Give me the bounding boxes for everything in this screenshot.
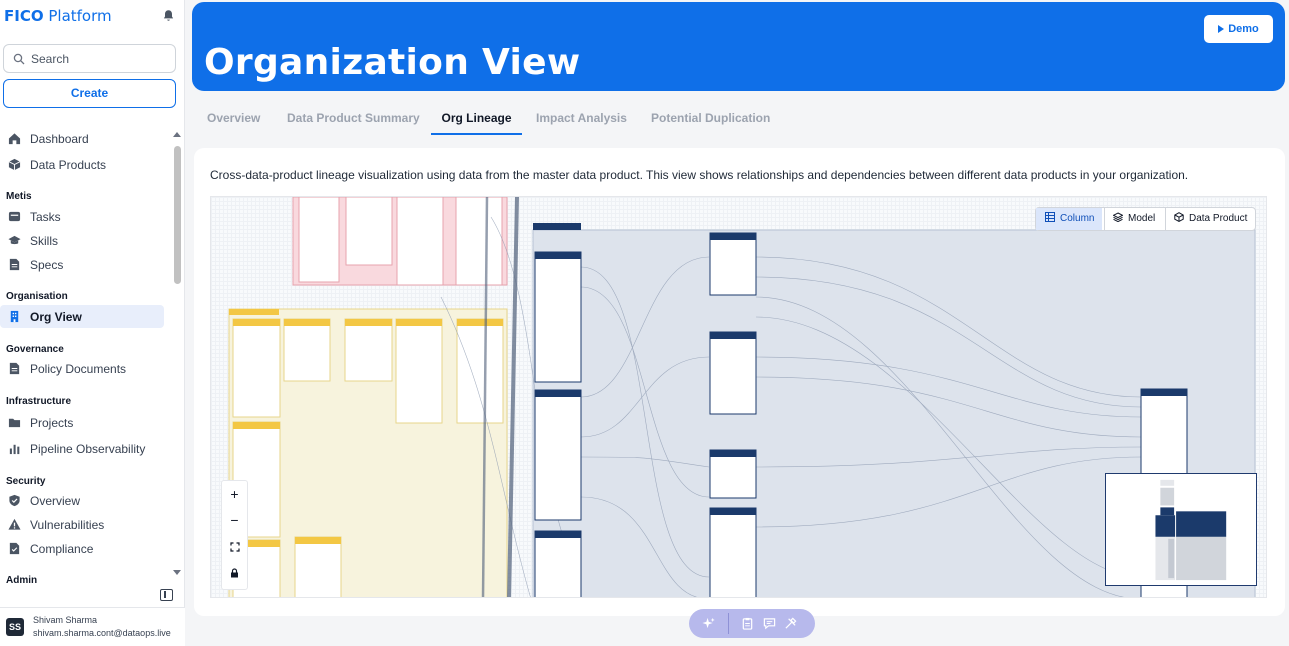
tab-org-lineage[interactable]: Org Lineage (431, 104, 522, 135)
sidebar-item-pipeline-observability[interactable]: Pipeline Observability (0, 437, 164, 460)
building-icon (10, 310, 19, 323)
tab-impact-analysis[interactable]: Impact Analysis (536, 104, 627, 135)
search-placeholder: Search (31, 52, 70, 66)
sidebar-item-label: Policy Documents (30, 362, 127, 376)
group-blue-header (533, 223, 581, 230)
collapse-sidebar-icon[interactable] (160, 589, 173, 601)
sidebar-item-label: Overview (30, 494, 81, 508)
play-icon (1218, 25, 1225, 33)
sidebar-item-vulnerabilities[interactable]: Vulnerabilities (0, 513, 164, 536)
sidebar-item-tasks[interactable]: Tasks (0, 205, 164, 228)
sidebar-item-label: Specs (30, 258, 64, 272)
section-infrastructure: Infrastructure (6, 396, 72, 407)
sidebar: FICO Platform Search Create Dashboard Da… (0, 0, 185, 646)
zoom-out-button[interactable]: − (222, 507, 247, 533)
sidebar-item-data-products[interactable]: Data Products (0, 153, 164, 176)
section-security: Security (6, 476, 46, 487)
data-product-view-button[interactable]: Data Product (1165, 208, 1255, 230)
section-governance: Governance (6, 344, 64, 355)
sidebar-item-compliance[interactable]: Compliance (0, 537, 164, 560)
sidebar-scrollbar[interactable] (172, 130, 183, 580)
sidebar-item-policy-documents[interactable]: Policy Documents (0, 357, 164, 380)
org-lineage-panel: Cross-data-product lineage visualization… (194, 148, 1285, 616)
graduation-cap-icon (8, 235, 21, 245)
chat-icon[interactable] (763, 617, 776, 630)
fit-view-icon (229, 542, 240, 552)
tab-data-product-summary[interactable]: Data Product Summary (287, 104, 420, 135)
sidebar-item-label: Dashboard (30, 132, 89, 146)
section-metis: Metis (6, 191, 32, 202)
sidebar-nav: Dashboard Data Products Metis Tasks Skil… (0, 125, 172, 585)
column-view-button[interactable]: Column (1036, 208, 1102, 230)
sidebar-item-label: Vulnerabilities (30, 518, 105, 532)
view-mode-toggle: Column Model Data Product (1035, 207, 1256, 231)
zoom-controls: + − (221, 480, 248, 590)
user-profile[interactable]: SS Shivam Sharma shivam.sharma.cont@data… (0, 607, 185, 646)
page-header: Organization View Demo (192, 2, 1285, 91)
lineage-canvas[interactable]: Column Model Data Product + − (210, 196, 1267, 598)
user-email: shivam.sharma.cont@dataops.live (33, 628, 171, 638)
section-admin: Admin (6, 575, 38, 585)
sidebar-item-label: Tasks (30, 210, 61, 224)
model-view-button[interactable]: Model (1104, 208, 1164, 230)
tools-icon[interactable] (784, 617, 797, 630)
cube-icon (8, 158, 21, 171)
floating-toolbar (689, 609, 815, 638)
group-yellow-header (229, 309, 279, 315)
sidebar-item-skills[interactable]: Skills (0, 229, 164, 252)
warning-icon (8, 518, 21, 530)
sidebar-item-specs[interactable]: Specs (0, 253, 164, 276)
scroll-thumb[interactable] (174, 146, 181, 284)
create-button[interactable]: Create (3, 79, 176, 108)
bar-chart-icon (9, 444, 20, 455)
sidebar-item-dashboard[interactable]: Dashboard (0, 127, 164, 150)
lock-icon (231, 568, 238, 578)
lock-button[interactable] (222, 559, 247, 585)
sidebar-item-org-view[interactable]: Org View (0, 305, 164, 328)
sidebar-item-label: Pipeline Observability (30, 442, 146, 456)
sidebar-item-label: Compliance (30, 542, 94, 556)
search-input[interactable]: Search (3, 44, 176, 73)
cube-icon (1174, 212, 1184, 222)
table-icon (1045, 212, 1055, 222)
clipboard-icon[interactable] (741, 617, 754, 630)
scroll-up-arrow-icon[interactable] (173, 132, 181, 137)
brand-logo[interactable]: FICO Platform (4, 7, 112, 25)
tab-potential-duplication[interactable]: Potential Duplication (651, 104, 770, 135)
sidebar-item-security-overview[interactable]: Overview (0, 489, 164, 512)
sidebar-item-label: Org View (30, 310, 82, 324)
document-check-icon (9, 542, 20, 555)
sparkle-icon[interactable] (702, 617, 715, 630)
tab-bar: Overview Data Product Summary Org Lineag… (192, 104, 1282, 136)
shield-check-icon (9, 494, 20, 507)
minimap[interactable] (1105, 473, 1257, 586)
fit-view-button[interactable] (222, 533, 247, 559)
pink-group-tables (298, 197, 503, 286)
lineage-thick-edge (507, 197, 519, 597)
sidebar-item-label: Skills (30, 234, 59, 248)
section-organisation: Organisation (6, 291, 68, 302)
document-icon (9, 362, 20, 375)
toolbar-divider (728, 613, 729, 634)
document-icon (9, 258, 20, 271)
lineage-description: Cross-data-product lineage visualization… (210, 168, 1189, 182)
tab-overview[interactable]: Overview (207, 104, 260, 135)
tasks-icon (8, 211, 21, 222)
search-icon (13, 53, 25, 65)
sidebar-item-label: Data Products (30, 158, 107, 172)
avatar: SS (6, 618, 24, 636)
bell-icon[interactable] (162, 9, 175, 22)
layers-icon (1113, 212, 1123, 222)
folder-icon (8, 418, 21, 428)
scroll-down-arrow-icon[interactable] (173, 570, 181, 575)
sidebar-item-projects[interactable]: Projects (0, 411, 164, 434)
page-title: Organization View (204, 42, 581, 83)
sidebar-item-label: Projects (30, 416, 74, 430)
user-name: Shivam Sharma (33, 615, 98, 625)
zoom-in-button[interactable]: + (222, 481, 247, 507)
home-icon (8, 133, 21, 145)
demo-button[interactable]: Demo (1204, 15, 1273, 43)
